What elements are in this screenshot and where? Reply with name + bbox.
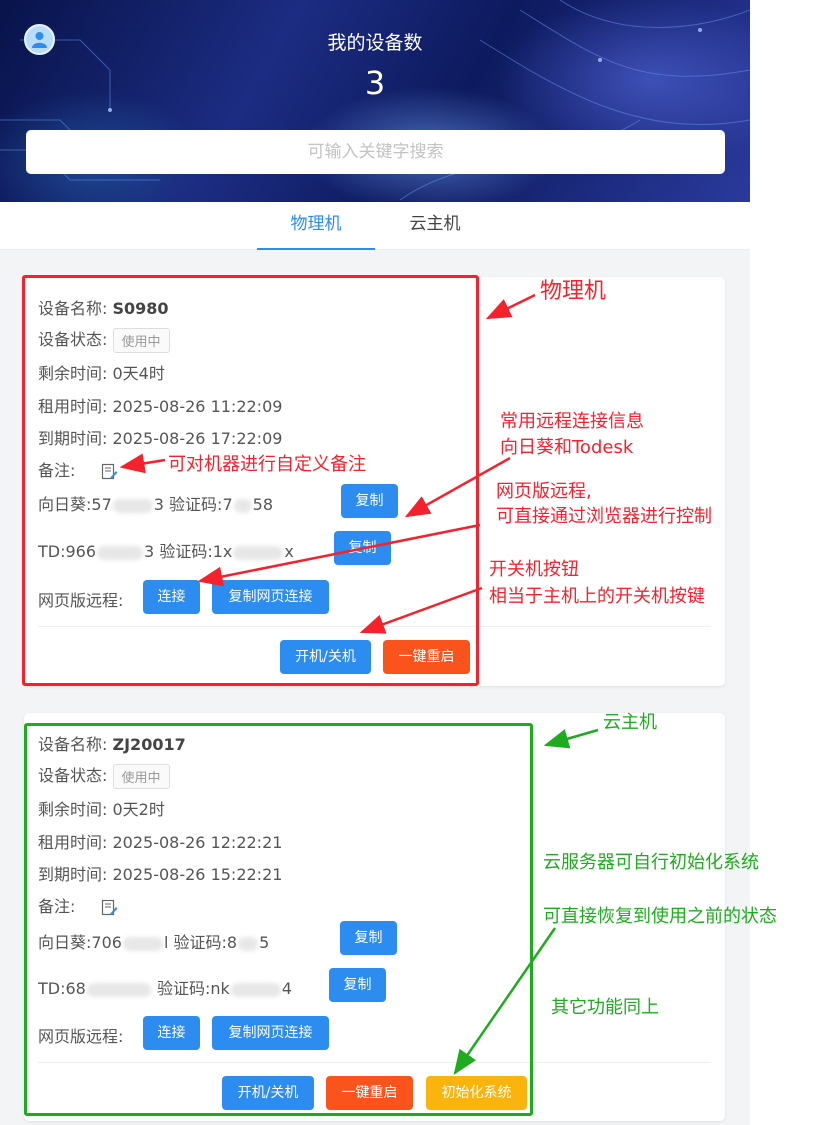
annotation-remote-info-2: 向日葵和Todesk: [500, 437, 634, 458]
annotation-web-remote-1: 网页版远程,: [496, 481, 592, 502]
annotation-power-1: 开关机按钮: [489, 559, 579, 580]
annotation-power-2: 相当于主机上的开关机按键: [489, 586, 705, 607]
annotation-cloud-same: 其它功能同上: [551, 997, 659, 1018]
search-input[interactable]: [26, 130, 725, 174]
tab-physical[interactable]: 物理机: [257, 202, 375, 250]
annotation-note-custom: 可对机器进行自定义备注: [168, 454, 366, 475]
annotation-physical: 物理机: [540, 279, 607, 304]
header-banner: 我的设备数 3: [0, 0, 750, 202]
device-count-title: 我的设备数: [327, 32, 423, 54]
device-count-value: 3: [364, 64, 386, 102]
annotation-remote-info-1: 常用远程连接信息: [500, 411, 644, 432]
annotation-web-remote-2: 可直接通过浏览器进行控制: [496, 506, 712, 527]
device-type-tabs: 物理机 云主机: [0, 202, 750, 250]
annotation-cloud: 云主机: [603, 712, 657, 733]
tab-cloud[interactable]: 云主机: [376, 202, 494, 250]
annotation-cloud-init: 云服务器可自行初始化系统: [543, 852, 759, 873]
cloud-highlight-box: [24, 723, 533, 1116]
annotation-cloud-restore: 可直接恢复到使用之前的状态: [543, 906, 777, 927]
physical-highlight-box: [22, 275, 479, 686]
